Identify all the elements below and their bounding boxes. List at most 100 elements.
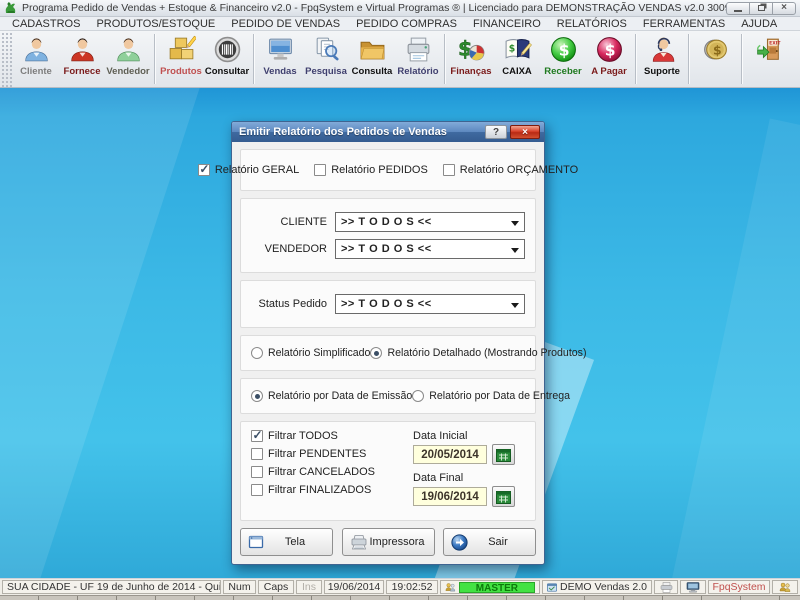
- checkbox-relatorio-pedidos[interactable]: Relatório PEDIDOS: [314, 164, 428, 176]
- radio-relatorio-detalhado[interactable]: Relatório Detalhado (Mostrando Produtos): [370, 347, 586, 359]
- wallpaper-beam: [653, 119, 800, 578]
- toolbar-button-caixa[interactable]: $ CAIXA: [494, 31, 540, 87]
- support-icon: [648, 35, 677, 64]
- toolbar-button-moeda[interactable]: $: [692, 31, 738, 87]
- person-blue-icon: [22, 35, 51, 64]
- tela-button[interactable]: Tela: [240, 528, 333, 556]
- app-logo-icon: [4, 1, 18, 15]
- toolbar-button-receber[interactable]: $ Receber: [540, 31, 586, 87]
- checkbox-icon: [251, 466, 263, 478]
- toolbar-button-suporte[interactable]: Suporte: [639, 31, 685, 87]
- toolbar-button-cliente[interactable]: Cliente: [13, 31, 59, 87]
- barcode-icon: [213, 35, 242, 64]
- minimize-icon: [734, 10, 742, 12]
- toolbar-label: Consultar: [205, 66, 249, 77]
- status-date: 19/06/2014: [324, 580, 384, 594]
- checkbox-label: Relatório ORÇAMENTO: [460, 164, 578, 176]
- checkbox-filtrar-todos[interactable]: Filtrar TODOS: [251, 430, 375, 442]
- toolbar-button-a-pagar[interactable]: $ A Pagar: [586, 31, 632, 87]
- dialog-title: Emitir Relatório dos Pedidos de Vendas: [239, 126, 485, 138]
- menu-relatorios[interactable]: RELATÓRIOS: [549, 17, 635, 31]
- sair-button[interactable]: Sair: [443, 528, 536, 556]
- toolbar-button-vendas[interactable]: Vendas: [257, 31, 303, 87]
- cliente-dropdown[interactable]: >> T O D O S <<: [335, 212, 525, 232]
- svg-text:$: $: [713, 42, 722, 57]
- screen-icon: [248, 534, 265, 550]
- checkbox-icon: [198, 164, 210, 176]
- toolbar-button-fornece[interactable]: Fornece: [59, 31, 105, 87]
- toolbar-button-sair-exit[interactable]: EXIT: [745, 31, 791, 87]
- minimize-button[interactable]: [726, 2, 750, 15]
- status-pedido-dropdown[interactable]: >> T O D O S <<: [335, 294, 525, 314]
- toolbar-button-vendedor[interactable]: Vendedor: [105, 31, 151, 87]
- dialog-close-button[interactable]: ×: [510, 125, 540, 139]
- data-inicial-field[interactable]: 20/05/2014: [413, 445, 487, 464]
- data-inicial-calendar-button[interactable]: [492, 444, 515, 465]
- toolbar-button-consulta[interactable]: Consulta: [349, 31, 395, 87]
- toolbar-button-relatorio[interactable]: Relatório: [395, 31, 441, 87]
- toolbar-label: Vendas: [263, 66, 296, 77]
- wallpaper-beam: [0, 88, 201, 578]
- toolbar-label: A Pagar: [591, 66, 627, 77]
- toolbar-button-produtos[interactable]: Produtos: [158, 31, 204, 87]
- checkbox-relatorio-geral[interactable]: Relatório GERAL: [198, 164, 299, 176]
- monitor-icon: [266, 35, 295, 64]
- menu-produtos-estoque[interactable]: PRODUTOS/ESTOQUE: [88, 17, 223, 31]
- dates-column: Data Inicial 20/05/2014 Dat: [413, 430, 525, 514]
- checkbox-label: Filtrar TODOS: [268, 430, 338, 442]
- dialog-titlebar[interactable]: Emitir Relatório dos Pedidos de Vendas ?…: [232, 122, 544, 142]
- checkbox-relatorio-orcamento[interactable]: Relatório ORÇAMENTO: [443, 164, 578, 176]
- radio-icon: [370, 347, 382, 359]
- taskbar-edge: [0, 595, 800, 600]
- dialog-body: Relatório GERAL Relatório PEDIDOS Relató…: [232, 142, 544, 564]
- menu-ferramentas[interactable]: FERRAMENTAS: [635, 17, 733, 31]
- menu-pedido-compras[interactable]: PEDIDO COMPRAS: [348, 17, 465, 31]
- restore-button[interactable]: [749, 2, 773, 15]
- data-final-field[interactable]: 19/06/2014: [413, 487, 487, 506]
- users-icon: [779, 582, 791, 593]
- checkbox-filtrar-cancelados[interactable]: Filtrar CANCELADOS: [251, 466, 375, 478]
- users-icon: [445, 582, 456, 593]
- toolbar-label: Finanças: [450, 66, 491, 77]
- radio-data-entrega[interactable]: Relatório por Data de Entrega: [412, 390, 570, 402]
- menu-cadastros[interactable]: CADASTROS: [4, 17, 88, 31]
- checkbox-filtrar-pendentes[interactable]: Filtrar PENDENTES: [251, 448, 375, 460]
- printer-icon: [350, 534, 368, 550]
- data-final-calendar-button[interactable]: [492, 486, 515, 507]
- impressora-button[interactable]: Impressora: [342, 528, 435, 556]
- arrow-circle-icon: [451, 534, 468, 551]
- cliente-dropdown-value: >> T O D O S <<: [341, 216, 432, 228]
- menu-ajuda[interactable]: AJUDA: [733, 17, 785, 31]
- checkbox-label: Relatório PEDIDOS: [331, 164, 428, 176]
- checkbox-filtrar-finalizados[interactable]: Filtrar FINALIZADOS: [251, 484, 375, 496]
- printer-icon: [660, 582, 673, 593]
- report-dialog: Emitir Relatório dos Pedidos de Vendas ?…: [231, 121, 545, 565]
- dialog-help-button[interactable]: ?: [485, 125, 507, 139]
- dialog-button-row: Tela Impressora: [240, 528, 536, 556]
- person-red-icon: [68, 35, 97, 64]
- tela-button-label: Tela: [265, 536, 325, 548]
- toolbar-label: CAIXA: [502, 66, 532, 77]
- menu-financeiro[interactable]: FINANCEIRO: [465, 17, 549, 31]
- vendedor-dropdown-value: >> T O D O S <<: [341, 243, 432, 255]
- computer-icon: [686, 582, 700, 593]
- status-time: 19:02:52: [386, 580, 438, 594]
- menu-pedido-de-vendas[interactable]: PEDIDO DE VENDAS: [223, 17, 348, 31]
- cliente-row: CLIENTE >> T O D O S <<: [251, 212, 525, 232]
- close-button[interactable]: ×: [772, 2, 796, 15]
- toolbar-label: Cliente: [20, 66, 52, 77]
- checkbox-label: Relatório GERAL: [215, 164, 299, 176]
- radio-relatorio-simplificado[interactable]: Relatório Simplificado: [251, 347, 370, 359]
- vendedor-dropdown[interactable]: >> T O D O S <<: [335, 239, 525, 259]
- toolbar-separator: [253, 34, 254, 84]
- close-icon: ×: [781, 3, 787, 13]
- status-location: SUA CIDADE - UF 19 de Junho de 2014 - Qu…: [2, 580, 221, 594]
- toolbar-button-pesquisa[interactable]: Pesquisa: [303, 31, 349, 87]
- radio-data-emissao[interactable]: Relatório por Data de Emissão: [251, 390, 412, 402]
- svg-text:$: $: [604, 41, 615, 59]
- toolbar-separator: [741, 34, 742, 84]
- toolbar-button-consultar[interactable]: Consultar: [204, 31, 250, 87]
- toolbar-button-financas[interactable]: $ Finanças: [448, 31, 494, 87]
- toolbar: Cliente Fornece Vendedor: [0, 31, 800, 88]
- checkbox-icon: [251, 448, 263, 460]
